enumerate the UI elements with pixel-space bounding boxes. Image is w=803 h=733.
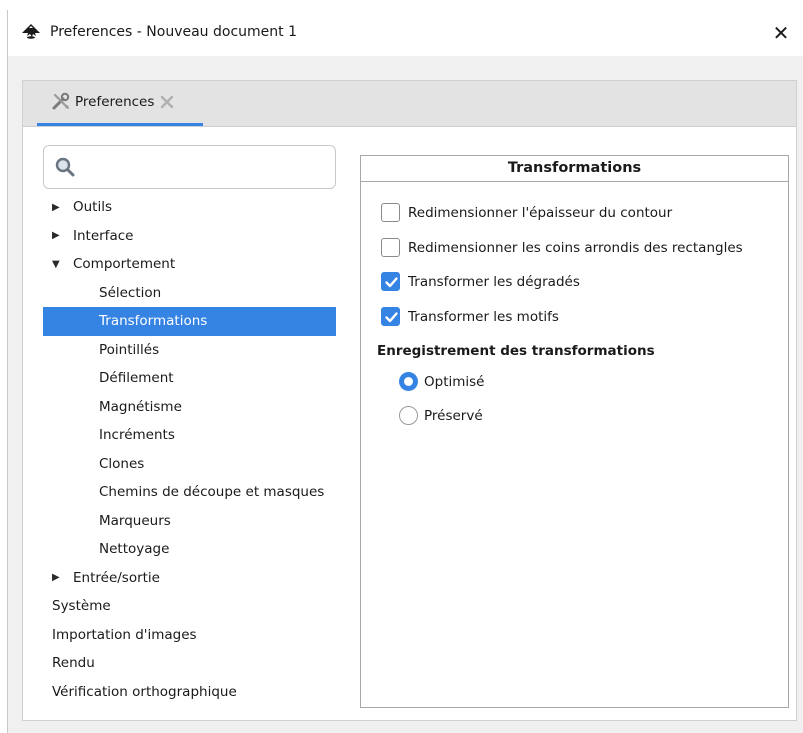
- tree-item-label: Défilement: [99, 370, 174, 387]
- tree-item-label: Transformations: [99, 313, 208, 330]
- checkbox-label: Redimensionner les coins arrondis des re…: [408, 239, 743, 256]
- tree-item-importation-images[interactable]: Importation d'images: [43, 621, 336, 650]
- tree-item-label: Incréments: [99, 427, 175, 444]
- tree-item-label: Magnétisme: [99, 398, 182, 415]
- radio-row-optimise[interactable]: Optimisé: [399, 372, 484, 391]
- tree-item-defilement[interactable]: Défilement: [43, 364, 336, 393]
- transformations-panel: Transformations Redimensionner l'épaisse…: [360, 155, 789, 708]
- tree-item-label: Nettoyage: [99, 541, 170, 558]
- tools-icon: [52, 92, 70, 110]
- tree-item-chemins-de-decoupe[interactable]: Chemins de découpe et masques: [43, 478, 336, 507]
- tree-item-label: Pointillés: [99, 341, 160, 358]
- panel-title: Transformations: [361, 156, 788, 182]
- checkmark-icon: [385, 312, 398, 323]
- expander-collapsed-icon[interactable]: ▶: [52, 202, 73, 213]
- preferences-window: Preferences - Nouveau document 1 ✕ Prefe…: [7, 10, 803, 733]
- inkscape-logo-icon: [22, 24, 40, 39]
- tree-item-label: Importation d'images: [52, 626, 197, 643]
- tree-item-interface[interactable]: ▶ Interface: [43, 222, 336, 251]
- tree-item-entree-sortie[interactable]: ▶ Entrée/sortie: [43, 564, 336, 593]
- tree-item-increments[interactable]: Incréments: [43, 421, 336, 450]
- tree-item-selection[interactable]: Sélection: [43, 279, 336, 308]
- checkbox-label: Transformer les motifs: [408, 308, 559, 325]
- tree-item-magnetisme[interactable]: Magnétisme: [43, 393, 336, 422]
- close-tab-icon[interactable]: [160, 95, 174, 109]
- radio-row-preserve[interactable]: Préservé: [399, 406, 483, 425]
- tab-label: Preferences: [75, 94, 155, 110]
- window-title: Preferences - Nouveau document 1: [50, 24, 297, 40]
- transform-gradients-checkbox[interactable]: [381, 272, 400, 291]
- section-title-storage: Enregistrement des transformations: [377, 343, 655, 359]
- tree-item-clones[interactable]: Clones: [43, 450, 336, 479]
- tree-item-pointilles[interactable]: Pointillés: [43, 336, 336, 365]
- tree-item-label: Entrée/sortie: [73, 569, 160, 586]
- tab-bar: Preferences: [22, 80, 797, 126]
- search-input[interactable]: [43, 145, 336, 189]
- tree-item-label: Marqueurs: [99, 512, 171, 529]
- optimise-radio[interactable]: [399, 372, 418, 391]
- radio-label: Préservé: [424, 407, 483, 424]
- preserve-radio[interactable]: [399, 406, 418, 425]
- expander-expanded-icon[interactable]: ▼: [52, 259, 73, 270]
- tab-preferences[interactable]: Preferences: [37, 81, 203, 126]
- tree-item-label: Vérification orthographique: [52, 683, 237, 700]
- tree-item-outils[interactable]: ▶ Outils: [43, 193, 336, 222]
- checkbox-row-transform-patterns[interactable]: Transformer les motifs: [381, 307, 559, 326]
- expander-collapsed-icon[interactable]: ▶: [52, 230, 73, 241]
- scale-rounded-corners-checkbox[interactable]: [381, 238, 400, 257]
- tree-item-comportement[interactable]: ▼ Comportement: [43, 250, 336, 279]
- tree-item-systeme[interactable]: Système: [43, 592, 336, 621]
- preferences-tree: ▶ Outils ▶ Interface ▼ Comportement Sélecti…: [43, 193, 336, 706]
- tree-item-label: Outils: [73, 199, 113, 216]
- tree-item-label: Interface: [73, 227, 134, 244]
- search-icon: [55, 157, 75, 177]
- title-bar: Preferences - Nouveau document 1 ✕: [8, 10, 803, 56]
- tree-item-nettoyage[interactable]: Nettoyage: [43, 535, 336, 564]
- tree-item-label: Système: [52, 598, 111, 615]
- checkbox-row-transform-gradients[interactable]: Transformer les dégradés: [381, 272, 580, 291]
- window-close-button[interactable]: ✕: [758, 10, 803, 56]
- transform-patterns-checkbox[interactable]: [381, 307, 400, 326]
- checkbox-label: Transformer les dégradés: [408, 273, 580, 290]
- tree-item-label: Sélection: [99, 284, 162, 301]
- preferences-content: ▶ Outils ▶ Interface ▼ Comportement Sélecti…: [22, 126, 797, 721]
- tree-item-label: Comportement: [73, 256, 176, 273]
- tree-item-label: Rendu: [52, 655, 95, 672]
- checkbox-row-scale-corners[interactable]: Redimensionner les coins arrondis des re…: [381, 238, 743, 257]
- checkbox-row-scale-stroke[interactable]: Redimensionner l'épaisseur du contour: [381, 203, 672, 222]
- tree-item-marqueurs[interactable]: Marqueurs: [43, 507, 336, 536]
- expander-collapsed-icon[interactable]: ▶: [52, 572, 73, 583]
- checkbox-label: Redimensionner l'épaisseur du contour: [408, 204, 673, 221]
- radio-label: Optimisé: [424, 373, 485, 390]
- checkmark-icon: [385, 277, 398, 288]
- tree-item-verification-orthographique[interactable]: Vérification orthographique: [43, 678, 336, 707]
- tree-item-rendu[interactable]: Rendu: [43, 649, 336, 678]
- scale-stroke-checkbox[interactable]: [381, 203, 400, 222]
- tree-item-label: Clones: [99, 455, 145, 472]
- tree-item-transformations[interactable]: Transformations: [43, 307, 336, 336]
- tree-item-label: Chemins de découpe et masques: [99, 484, 325, 501]
